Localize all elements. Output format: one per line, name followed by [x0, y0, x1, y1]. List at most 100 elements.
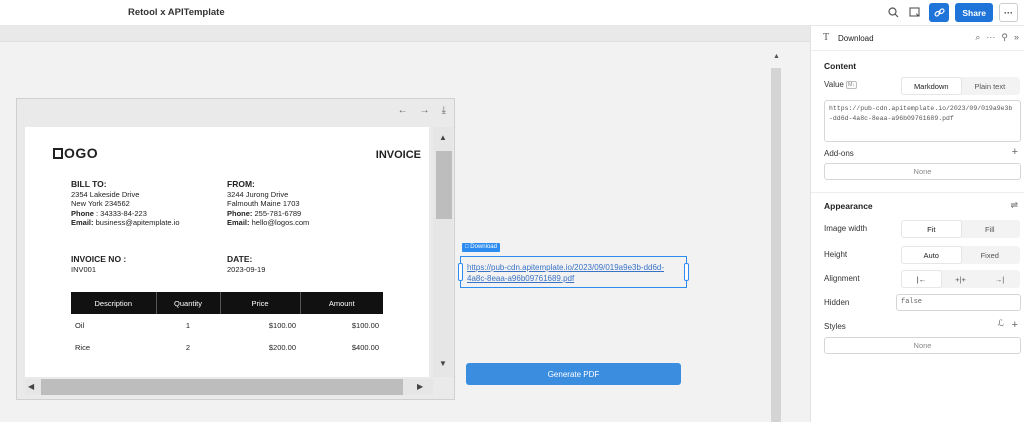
addons-label: Add-ons	[824, 149, 854, 158]
download-component-tag[interactable]: □ Download	[462, 243, 500, 252]
cell-quantity: 2	[185, 342, 191, 352]
table-header-row: Description Quantity Price Amount	[71, 292, 383, 314]
inspector-panel: T Download ⌕ ··· ⚲ » Content Value M↓ Mar…	[810, 26, 1024, 422]
collapse-panel-icon[interactable]: »	[1014, 32, 1019, 43]
more-options-button[interactable]: ···	[999, 3, 1018, 22]
component-name[interactable]: Download	[838, 34, 874, 43]
bill-to-heading: BILL TO:	[71, 179, 107, 189]
download-component[interactable]: https://pub-cdn.apitemplate.io/2023/09/0…	[458, 256, 689, 288]
hidden-input[interactable]: false	[896, 294, 1021, 311]
height-option-auto[interactable]: Auto	[902, 247, 961, 263]
alignment-label: Alignment	[824, 274, 860, 283]
pdf-viewer: ← → ⤓ OGO INVOICE BILL TO: 2354 Lakeside…	[16, 98, 455, 400]
addons-value[interactable]: None	[824, 163, 1021, 180]
scroll-left-arrow-icon[interactable]: ◀	[28, 382, 34, 391]
scroll-right-arrow-icon[interactable]: ▶	[417, 382, 423, 391]
preview-icon[interactable]	[907, 5, 923, 21]
align-right-icon[interactable]: →|	[980, 271, 1019, 287]
styles-label: Styles	[824, 322, 846, 331]
from-heading: FROM:	[227, 179, 255, 189]
from-line2: Falmouth Maine 1703	[227, 199, 300, 208]
column-header-amount: Amount	[300, 292, 383, 314]
canvas-header-strip	[0, 26, 810, 42]
column-header-quantity: Quantity	[156, 292, 221, 314]
table-row: Rice 2 $200.00 $400.00	[71, 336, 383, 358]
section-divider	[811, 192, 1024, 193]
invoice-date-block: DATE: 2023-09-19	[227, 254, 266, 274]
invoice-number-label: INVOICE NO :	[71, 254, 127, 264]
format-option-plain-text[interactable]: Plain text	[961, 78, 1020, 94]
resize-handle-left[interactable]	[458, 263, 463, 281]
bill-to-email: Email: business@apitemplate.io	[71, 218, 180, 227]
height-label: Height	[824, 250, 848, 259]
invoice-date-label: DATE:	[227, 254, 253, 264]
link-icon[interactable]	[929, 3, 950, 22]
content-section-title: Content	[824, 61, 857, 71]
align-center-icon[interactable]: +|+	[941, 271, 980, 287]
text-component-icon: T	[823, 32, 830, 43]
style-brush-icon[interactable]: ℒ	[998, 318, 1004, 329]
height-option-fixed[interactable]: Fixed	[961, 247, 1020, 263]
image-width-option-fit[interactable]: Fit	[902, 221, 961, 237]
arrow-right-icon[interactable]: →	[420, 105, 430, 116]
inspector-tools: ⌕ ··· ⚲ »	[975, 32, 1019, 43]
download-icon[interactable]: ⤓	[442, 105, 446, 116]
table-row: Oil 1 $100.00 $100.00	[71, 314, 383, 336]
search-icon[interactable]	[885, 5, 901, 21]
image-width-option-fill[interactable]: Fill	[961, 221, 1020, 237]
generate-pdf-button[interactable]: Generate PDF	[466, 363, 681, 385]
invoice-number-block: INVOICE NO : INV001	[71, 254, 127, 274]
pdf-vertical-scroll-thumb[interactable]	[436, 151, 452, 219]
cell-price: $200.00	[268, 342, 296, 352]
search-icon[interactable]: ⌕	[975, 32, 980, 43]
column-header-description: Description	[71, 292, 157, 314]
invoice-logo: OGO	[53, 145, 98, 161]
canvas-vertical-scrollbar[interactable]	[771, 68, 781, 422]
scroll-up-arrow-icon[interactable]: ▲	[439, 133, 447, 142]
invoice-number: INV001	[71, 264, 97, 274]
pin-icon[interactable]: ⚲	[1001, 32, 1008, 43]
add-style-icon[interactable]: +	[1012, 319, 1018, 331]
align-left-icon[interactable]: |←	[902, 271, 941, 287]
column-header-price: Price	[220, 292, 301, 314]
cell-quantity: 1	[185, 320, 191, 330]
image-width-toggle: Fit Fill	[901, 220, 1020, 238]
cell-price: $100.00	[268, 320, 296, 330]
format-option-markdown[interactable]: Markdown	[902, 78, 961, 94]
top-actions: Share ···	[885, 3, 1018, 22]
value-label: Value M↓	[824, 80, 858, 89]
image-width-label: Image width	[824, 224, 868, 233]
cell-description: Rice	[75, 342, 91, 352]
bill-to-line2: New York 234562	[71, 199, 130, 208]
pdf-toolbar: ← → ⤓	[398, 105, 446, 116]
settings-sliders-icon[interactable]: ⇌	[1010, 200, 1018, 211]
invoice-date: 2023-09-19	[227, 264, 266, 274]
pdf-horizontal-scroll-thumb[interactable]	[41, 379, 403, 395]
cell-description: Oil	[75, 320, 85, 330]
cell-amount: $100.00	[351, 320, 379, 330]
resize-handle-right[interactable]	[684, 263, 689, 281]
inspector-header: T Download ⌕ ··· ⚲ »	[811, 26, 1024, 51]
from-block: FROM: 3244 Jurong Drive Falmouth Maine 1…	[227, 179, 309, 228]
arrow-left-icon[interactable]: ←	[398, 105, 408, 116]
top-bar: Retool x APITemplate Share ···	[0, 0, 1024, 26]
download-link[interactable]: https://pub-cdn.apitemplate.io/2023/09/0…	[467, 262, 681, 284]
logo-square-icon	[53, 148, 63, 159]
from-phone: Phone: 255-781-6789	[227, 208, 302, 218]
invoice-title: INVOICE	[375, 149, 421, 161]
styles-value[interactable]: None	[824, 337, 1021, 354]
invoice-items-table: Description Quantity Price Amount Oil 1 …	[71, 292, 383, 358]
alignment-toggle: |← +|+ →|	[901, 270, 1020, 288]
bill-to-block: BILL TO: 2354 Lakeside Drive New York 23…	[71, 179, 180, 228]
bill-to-line1: 2354 Lakeside Drive	[71, 189, 140, 199]
more-icon[interactable]: ···	[986, 32, 995, 43]
share-button[interactable]: Share	[955, 3, 993, 22]
canvas-scroll-up-arrow[interactable]: ▲	[773, 53, 780, 60]
scroll-down-arrow-icon[interactable]: ▼	[439, 359, 447, 368]
bill-to-phone: Phone : 34333-84-223	[71, 208, 147, 218]
height-toggle: Auto Fixed	[901, 246, 1020, 264]
appearance-section-title: Appearance	[824, 201, 873, 211]
add-addon-icon[interactable]: +	[1012, 146, 1018, 158]
value-textarea[interactable]: https://pub-cdn.apitemplate.io/2023/09/0…	[824, 100, 1021, 142]
hidden-label: Hidden	[824, 298, 850, 307]
